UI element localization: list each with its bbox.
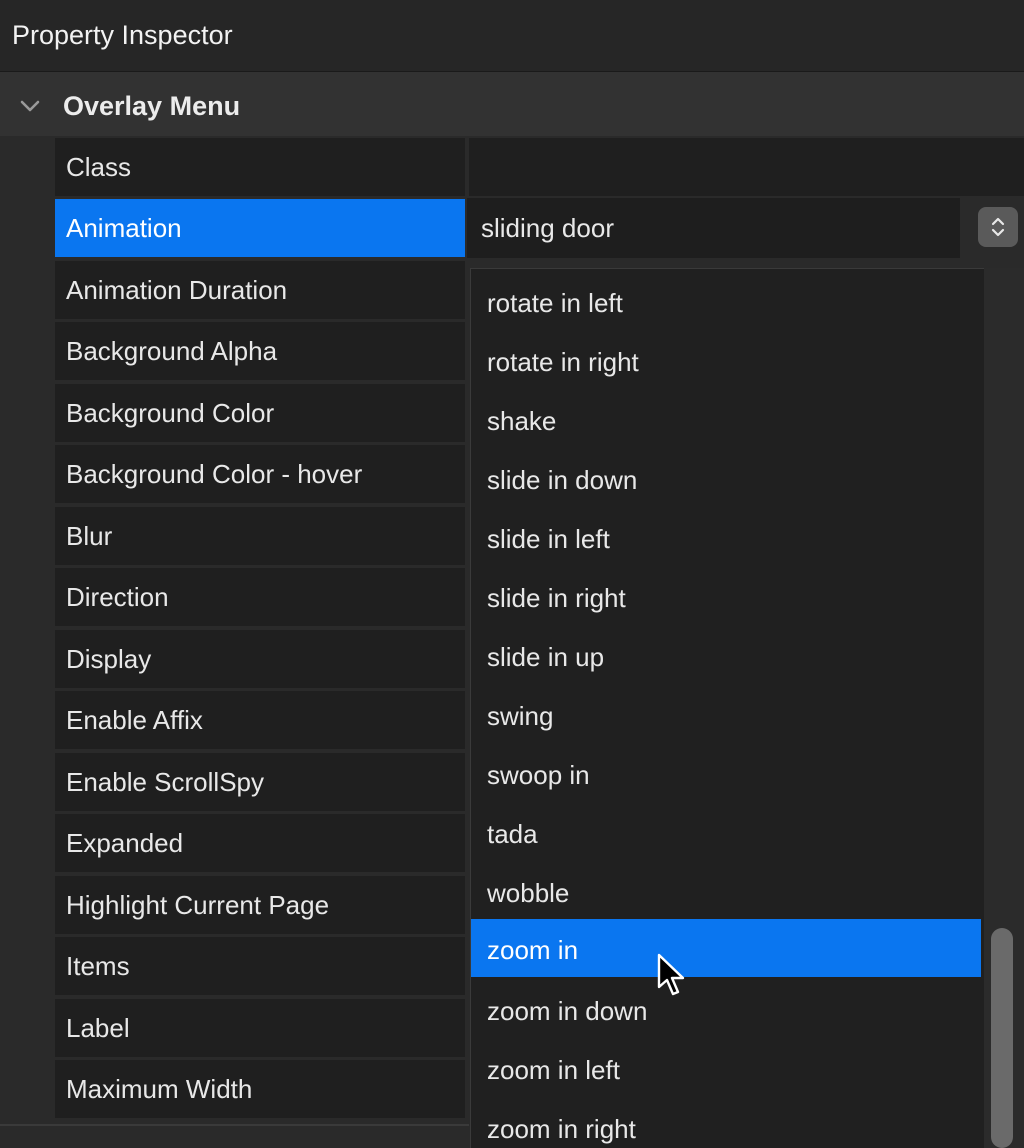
up-down-stepper-icon[interactable]: [978, 207, 1018, 247]
property-label: Display: [66, 644, 152, 674]
property-row-direction[interactable]: Direction: [55, 568, 465, 626]
property-label: Animation Duration: [66, 275, 288, 305]
property-label: Blur: [66, 521, 113, 551]
dropdown-option[interactable]: shake: [471, 390, 981, 448]
animation-select[interactable]: sliding door: [467, 198, 960, 258]
option-label: wobble: [487, 878, 570, 908]
option-label: tada: [487, 819, 538, 849]
dropdown-option[interactable]: rotate in right: [471, 331, 981, 389]
property-label: Label: [66, 1013, 130, 1043]
dropdown-option-highlighted[interactable]: zoom in: [471, 919, 981, 977]
dropdown-option[interactable]: slide in left: [471, 508, 981, 566]
property-row-class[interactable]: Class: [55, 138, 465, 196]
dropdown-option[interactable]: slide in right: [471, 567, 981, 625]
dropdown-option[interactable]: zoom in right: [471, 1098, 981, 1148]
property-label: Maximum Width: [66, 1074, 253, 1104]
property-row-items[interactable]: Items: [55, 937, 465, 995]
property-label: Class: [66, 152, 132, 182]
property-row-background-color[interactable]: Background Color: [55, 384, 465, 442]
option-label: slide in right: [487, 583, 626, 613]
option-label: zoom in down: [487, 996, 648, 1026]
dropdown-option[interactable]: slide in up: [471, 626, 981, 684]
property-row-background-color-hover[interactable]: Background Color - hover: [55, 445, 465, 503]
divider: [0, 1124, 469, 1126]
property-row-blur[interactable]: Blur: [55, 507, 465, 565]
property-label: Background Alpha: [66, 336, 278, 366]
property-label: Background Color: [66, 398, 275, 428]
property-row-animation[interactable]: Animation: [55, 199, 465, 257]
inspector-title-bar: Property Inspector: [0, 0, 1024, 72]
dropdown-option[interactable]: wobble: [471, 862, 981, 920]
dropdown-option[interactable]: swing: [471, 685, 981, 743]
property-row-highlight-current-page[interactable]: Highlight Current Page: [55, 876, 465, 934]
dropdown-option[interactable]: zoom in left: [471, 1039, 981, 1097]
property-row-label[interactable]: Label: [55, 999, 465, 1057]
animation-select-value: sliding door: [481, 213, 614, 243]
property-label: Expanded: [66, 828, 184, 858]
option-label: swing: [487, 701, 554, 731]
option-label: zoom in left: [487, 1055, 620, 1085]
dropdown-option[interactable]: tada: [471, 803, 981, 861]
option-label: slide in down: [487, 465, 638, 495]
option-label: slide in up: [487, 642, 605, 672]
chevron-down-icon[interactable]: [18, 94, 42, 118]
dropdown-option[interactable]: rotate in left: [471, 272, 981, 330]
property-label: Highlight Current Page: [66, 890, 330, 920]
property-row-animation-duration[interactable]: Animation Duration: [55, 261, 465, 319]
property-row-expanded[interactable]: Expanded: [55, 814, 465, 872]
property-row-maximum-width[interactable]: Maximum Width: [55, 1060, 465, 1118]
property-row-display[interactable]: Display: [55, 630, 465, 688]
property-row-enable-scrollspy[interactable]: Enable ScrollSpy: [55, 753, 465, 811]
section-title: Overlay Menu: [63, 91, 241, 121]
dropdown-option[interactable]: zoom in down: [471, 980, 981, 1038]
property-label: Enable Affix: [66, 705, 203, 735]
property-label: Enable ScrollSpy: [66, 767, 264, 797]
dropdown-option[interactable]: swoop in: [471, 744, 981, 802]
option-label: zoom in right: [487, 1114, 636, 1144]
inspector-title: Property Inspector: [12, 20, 233, 50]
option-label: zoom in: [487, 935, 579, 965]
property-row-background-alpha[interactable]: Background Alpha: [55, 322, 465, 380]
property-row-enable-affix[interactable]: Enable Affix: [55, 691, 465, 749]
property-label: Animation: [66, 213, 182, 243]
animation-dropdown-menu[interactable]: rotate in left rotate in right shake sli…: [470, 268, 984, 1148]
option-label: rotate in right: [487, 347, 639, 377]
option-label: shake: [487, 406, 557, 436]
section-header-overlay-menu[interactable]: Overlay Menu: [0, 72, 1024, 136]
property-value-class[interactable]: [469, 138, 1024, 196]
option-label: rotate in left: [487, 288, 623, 318]
dropdown-scrollbar-thumb[interactable]: [991, 928, 1013, 1148]
property-label: Direction: [66, 582, 169, 612]
dropdown-option[interactable]: slide in down: [471, 449, 981, 507]
option-label: swoop in: [487, 760, 590, 790]
mouse-pointer-icon: [657, 953, 687, 1006]
option-label: slide in left: [487, 524, 610, 554]
property-label: Background Color - hover: [66, 459, 363, 489]
property-label: Items: [66, 951, 130, 981]
